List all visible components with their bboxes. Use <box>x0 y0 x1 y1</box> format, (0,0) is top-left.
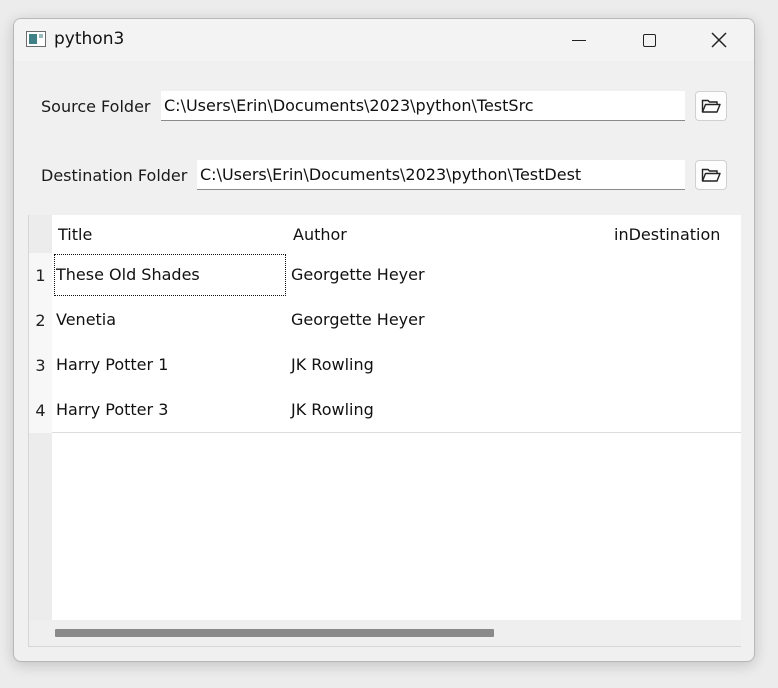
destination-browse-button[interactable] <box>695 160 727 190</box>
row-header[interactable]: 4 <box>29 388 52 433</box>
source-folder-input[interactable] <box>161 91 685 121</box>
table-cell-author[interactable]: JK Rowling <box>287 387 609 433</box>
table-cell-indestination[interactable] <box>608 387 741 433</box>
folder-open-icon <box>701 168 721 182</box>
maximize-button[interactable] <box>614 19 684 61</box>
column-header-indestination[interactable]: inDestination <box>608 215 741 253</box>
books-table[interactable]: Title Author inDestination 1 These Old S… <box>28 215 741 647</box>
row-header[interactable]: 1 <box>29 253 52 298</box>
close-icon <box>711 32 727 48</box>
horizontal-scrollbar-thumb[interactable] <box>55 629 494 637</box>
row-header[interactable]: 2 <box>29 298 52 343</box>
app-window: python3 Source Folder Destination Folder <box>13 18 755 662</box>
column-header-author[interactable]: Author <box>287 215 609 253</box>
destination-folder-input[interactable] <box>197 160 685 190</box>
table-cell-author[interactable]: Georgette Heyer <box>287 297 609 343</box>
table-cell-title[interactable]: Harry Potter 3 <box>52 387 288 433</box>
window-title: python3 <box>54 29 125 49</box>
app-icon <box>26 31 46 47</box>
folder-open-icon <box>701 99 721 113</box>
table-cell-author[interactable]: JK Rowling <box>287 342 609 388</box>
table-cell-title[interactable]: Harry Potter 1 <box>52 342 288 388</box>
table-cell-indestination[interactable] <box>608 252 741 298</box>
horizontal-scrollbar[interactable] <box>29 620 741 646</box>
table-cell-indestination[interactable] <box>608 297 741 343</box>
row-header[interactable]: 3 <box>29 343 52 388</box>
source-browse-button[interactable] <box>695 91 727 121</box>
table-cell-author[interactable]: Georgette Heyer <box>287 252 609 298</box>
title-bar[interactable]: python3 <box>14 19 754 61</box>
minimize-button[interactable] <box>544 19 614 61</box>
minimize-icon <box>572 39 586 41</box>
close-button[interactable] <box>684 19 754 61</box>
maximize-icon <box>642 33 656 47</box>
destination-folder-label: Destination Folder <box>41 166 188 185</box>
table-corner[interactable] <box>29 215 52 253</box>
source-folder-label: Source Folder <box>41 97 151 116</box>
column-header-title[interactable]: Title <box>52 215 288 253</box>
table-cell-indestination[interactable] <box>608 342 741 388</box>
table-cell-title[interactable]: Venetia <box>52 297 288 343</box>
table-cell-title[interactable]: These Old Shades <box>52 252 288 298</box>
